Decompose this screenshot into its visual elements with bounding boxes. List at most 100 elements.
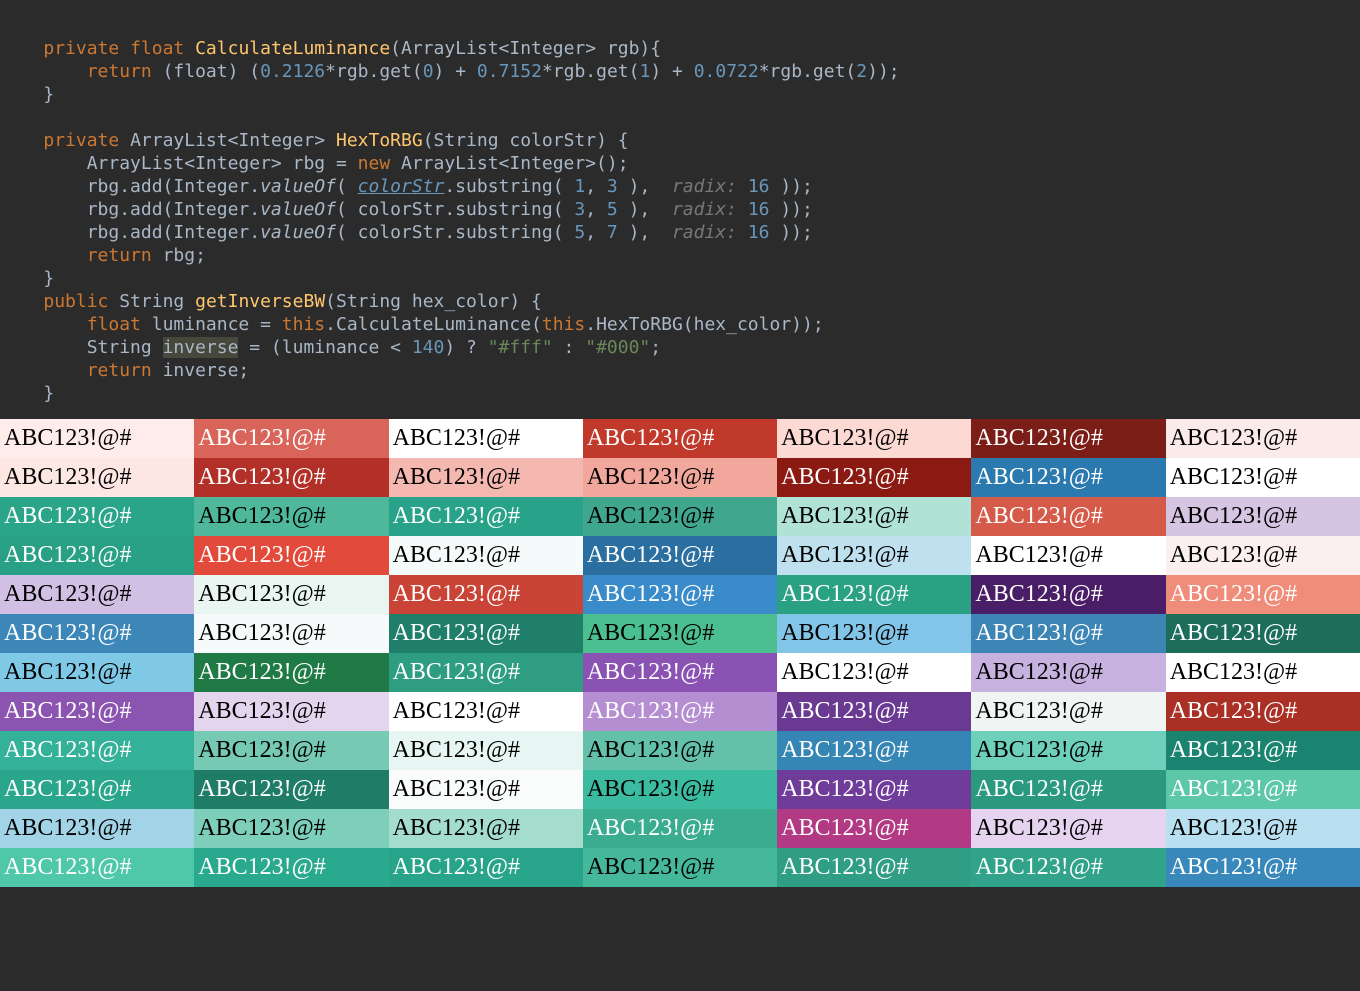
color-swatch: ABC123!@# [583, 497, 777, 536]
color-swatch: ABC123!@# [194, 692, 388, 731]
param-hint: radix: [672, 222, 737, 243]
color-swatch: ABC123!@# [777, 614, 971, 653]
color-swatch: ABC123!@# [194, 731, 388, 770]
color-swatch: ABC123!@# [0, 575, 194, 614]
param-hint: radix: [672, 176, 737, 197]
color-swatch: ABC123!@# [777, 536, 971, 575]
color-swatch: ABC123!@# [777, 731, 971, 770]
color-swatch: ABC123!@# [0, 419, 194, 458]
color-swatch: ABC123!@# [389, 770, 583, 809]
method-name: HexToRBG [336, 130, 423, 151]
color-swatch: ABC123!@# [1166, 614, 1360, 653]
color-swatch: ABC123!@# [583, 731, 777, 770]
color-swatch: ABC123!@# [389, 614, 583, 653]
color-swatch: ABC123!@# [971, 575, 1165, 614]
color-swatch: ABC123!@# [777, 497, 971, 536]
color-swatch: ABC123!@# [777, 575, 971, 614]
color-swatch: ABC123!@# [1166, 653, 1360, 692]
method-name: CalculateLuminance [195, 38, 390, 59]
color-swatch: ABC123!@# [777, 458, 971, 497]
brace: } [43, 383, 54, 404]
color-swatch: ABC123!@# [1166, 497, 1360, 536]
color-swatch: ABC123!@# [1166, 419, 1360, 458]
keyword: return [87, 61, 152, 82]
brace: } [43, 84, 54, 105]
color-swatch: ABC123!@# [971, 731, 1165, 770]
brace: } [43, 268, 54, 289]
color-swatch: ABC123!@# [583, 770, 777, 809]
color-swatch: ABC123!@# [0, 458, 194, 497]
color-swatch: ABC123!@# [583, 848, 777, 887]
color-swatch: ABC123!@# [971, 809, 1165, 848]
color-swatch: ABC123!@# [777, 848, 971, 887]
cast: (float) [163, 61, 239, 82]
color-swatch: ABC123!@# [583, 809, 777, 848]
param-hint: radix: [672, 199, 737, 220]
color-swatch: ABC123!@# [389, 731, 583, 770]
color-sample-grid: ABC123!@#ABC123!@#ABC123!@#ABC123!@#ABC1… [0, 419, 1360, 887]
color-swatch: ABC123!@# [583, 575, 777, 614]
color-swatch: ABC123!@# [389, 575, 583, 614]
color-swatch: ABC123!@# [0, 692, 194, 731]
color-swatch: ABC123!@# [0, 614, 194, 653]
color-swatch: ABC123!@# [971, 458, 1165, 497]
color-swatch: ABC123!@# [194, 458, 388, 497]
keyword: private [43, 38, 119, 59]
color-swatch: ABC123!@# [777, 809, 971, 848]
color-swatch: ABC123!@# [583, 614, 777, 653]
color-swatch: ABC123!@# [0, 731, 194, 770]
color-swatch: ABC123!@# [389, 497, 583, 536]
color-swatch: ABC123!@# [194, 497, 388, 536]
color-swatch: ABC123!@# [194, 770, 388, 809]
color-swatch: ABC123!@# [971, 497, 1165, 536]
link-parameter[interactable]: colorStr [358, 176, 445, 197]
color-swatch: ABC123!@# [194, 614, 388, 653]
color-swatch: ABC123!@# [389, 809, 583, 848]
color-swatch: ABC123!@# [1166, 809, 1360, 848]
color-swatch: ABC123!@# [971, 848, 1165, 887]
color-swatch: ABC123!@# [971, 614, 1165, 653]
color-swatch: ABC123!@# [389, 692, 583, 731]
color-swatch: ABC123!@# [583, 458, 777, 497]
color-swatch: ABC123!@# [0, 653, 194, 692]
method-name: getInverseBW [195, 291, 325, 312]
color-swatch: ABC123!@# [0, 809, 194, 848]
color-swatch: ABC123!@# [1166, 575, 1360, 614]
color-swatch: ABC123!@# [194, 575, 388, 614]
color-swatch: ABC123!@# [389, 848, 583, 887]
color-swatch: ABC123!@# [0, 848, 194, 887]
highlighted-var: inverse [163, 337, 239, 358]
color-swatch: ABC123!@# [777, 419, 971, 458]
color-swatch: ABC123!@# [777, 692, 971, 731]
color-swatch: ABC123!@# [0, 497, 194, 536]
signature: (ArrayList<Integer> rgb){ [390, 38, 661, 59]
color-swatch: ABC123!@# [194, 536, 388, 575]
color-swatch: ABC123!@# [583, 653, 777, 692]
color-swatch: ABC123!@# [194, 848, 388, 887]
keyword: private [43, 130, 119, 151]
color-swatch: ABC123!@# [0, 536, 194, 575]
color-swatch: ABC123!@# [1166, 536, 1360, 575]
color-swatch: ABC123!@# [389, 458, 583, 497]
color-swatch: ABC123!@# [971, 692, 1165, 731]
color-swatch: ABC123!@# [194, 809, 388, 848]
code-editor: private float CalculateLuminance(ArrayLi… [0, 0, 1360, 419]
color-swatch: ABC123!@# [583, 692, 777, 731]
color-swatch: ABC123!@# [971, 770, 1165, 809]
color-swatch: ABC123!@# [194, 653, 388, 692]
color-swatch: ABC123!@# [194, 419, 388, 458]
color-swatch: ABC123!@# [389, 653, 583, 692]
number: 0.2126 [260, 61, 325, 82]
keyword: float [130, 38, 184, 59]
color-swatch: ABC123!@# [1166, 692, 1360, 731]
color-swatch: ABC123!@# [777, 653, 971, 692]
color-swatch: ABC123!@# [1166, 848, 1360, 887]
color-swatch: ABC123!@# [1166, 770, 1360, 809]
color-swatch: ABC123!@# [389, 419, 583, 458]
color-swatch: ABC123!@# [0, 770, 194, 809]
color-swatch: ABC123!@# [1166, 731, 1360, 770]
color-swatch: ABC123!@# [583, 419, 777, 458]
color-swatch: ABC123!@# [971, 653, 1165, 692]
color-swatch: ABC123!@# [971, 536, 1165, 575]
color-swatch: ABC123!@# [1166, 458, 1360, 497]
